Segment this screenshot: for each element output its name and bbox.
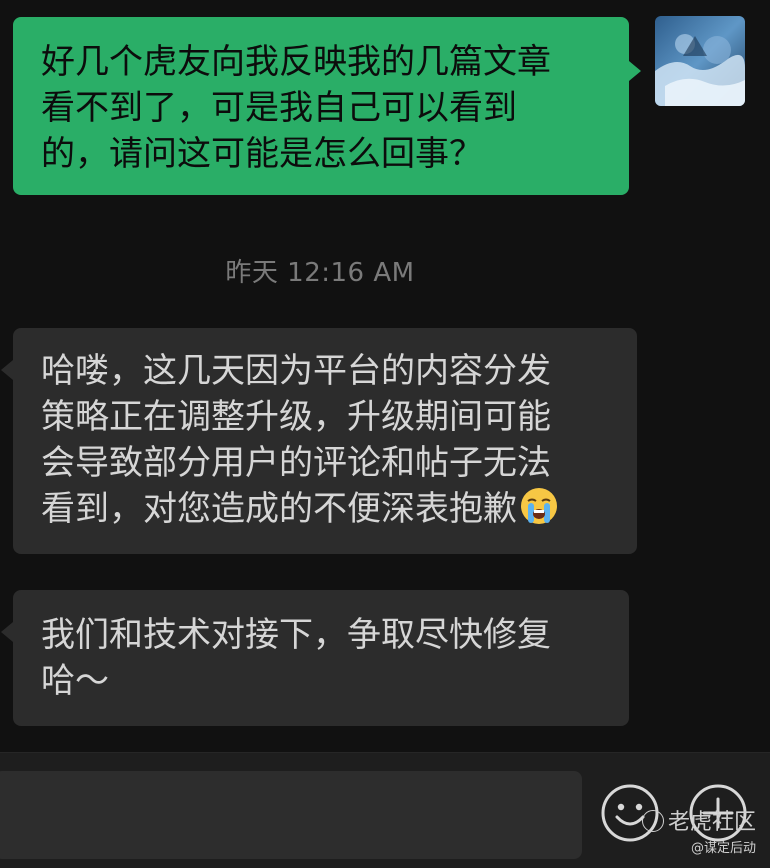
watermark-brand: 老虎社区 <box>641 810 756 836</box>
watermark: 老虎社区 @谋定后动 <box>641 810 756 858</box>
message-line-text: 看到，对您造成的不便深表抱歉 <box>41 489 517 529</box>
chat-window: 好几个虎友向我反映我的几篇文章 看不到了，可是我自己可以看到 的，请问这可能是怎… <box>0 0 770 868</box>
message-line-with-emoji: 看到，对您造成的不便深表抱歉 <box>41 486 613 532</box>
message-line: 哈～ <box>41 661 109 701</box>
watermark-brand-text: 老虎社区 <box>667 810 756 835</box>
incoming-message-bubble[interactable]: 哈喽，这几天因为平台的内容分发 策略正在调整升级，升级期间可能 会导致部分用户的… <box>1 328 637 554</box>
incoming-message-bubble[interactable]: 我们和技术对接下，争取尽快修复 哈～ <box>1 590 629 726</box>
message-timestamp: 昨天 12:16 AM <box>225 258 415 288</box>
message-line: 策略正在调整升级，升级期间可能 <box>41 397 551 437</box>
outgoing-message-bubble[interactable]: 好几个虎友向我反映我的几篇文章 看不到了，可是我自己可以看到 的，请问这可能是怎… <box>13 17 641 195</box>
message-line: 看不到了，可是我自己可以看到 <box>41 88 517 128</box>
tiger-logo-icon <box>641 810 664 832</box>
message-line: 哈喽，这几天因为平台的内容分发 <box>41 351 551 391</box>
message-line: 会导致部分用户的评论和帖子无法 <box>41 443 551 483</box>
watermark-handle: @谋定后动 <box>690 841 756 856</box>
avatar-image <box>655 16 745 106</box>
user-avatar[interactable] <box>655 16 745 106</box>
message-line: 好几个虎友向我反映我的几篇文章 <box>41 42 551 82</box>
loudly-crying-face-icon <box>519 486 559 526</box>
message-line: 我们和技术对接下，争取尽快修复 <box>41 615 551 655</box>
message-line: 的，请问这可能是怎么回事？ <box>41 134 483 174</box>
message-text-input[interactable] <box>0 771 582 859</box>
